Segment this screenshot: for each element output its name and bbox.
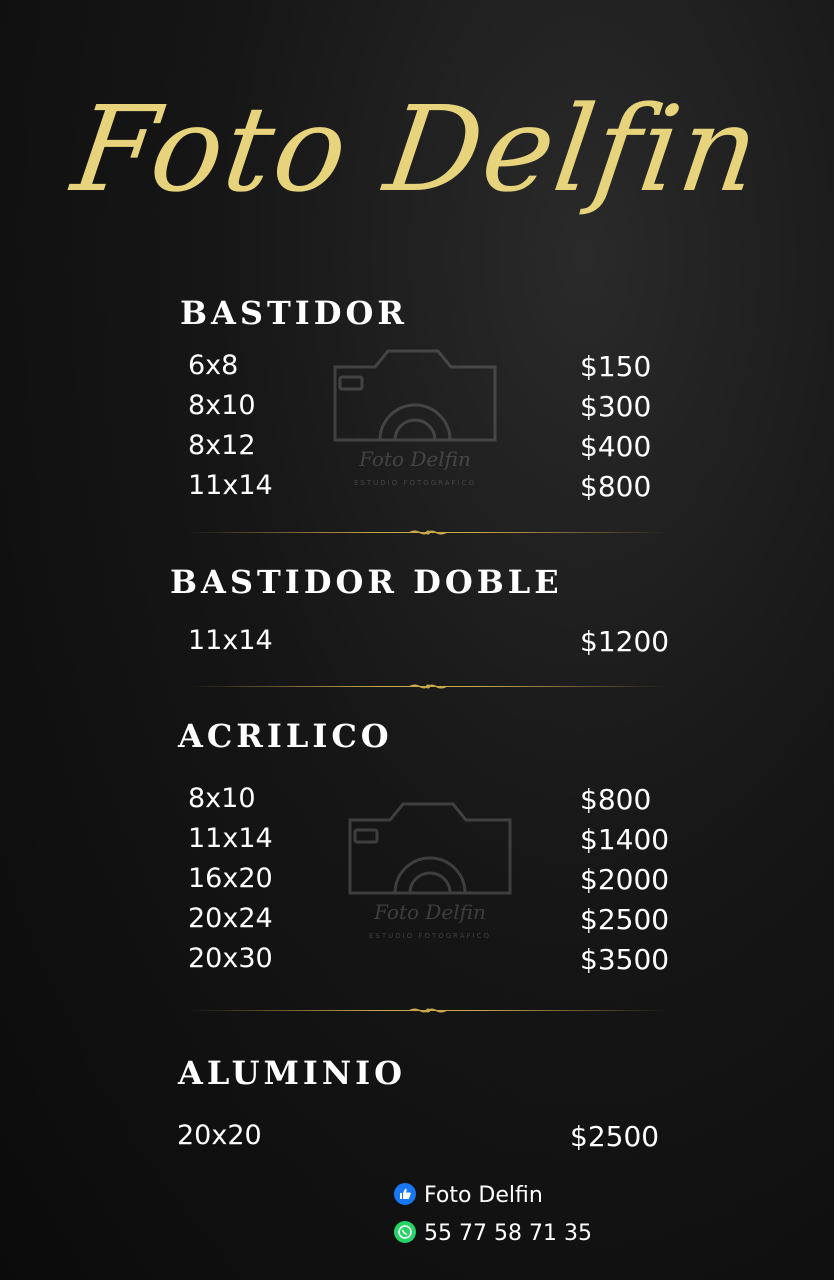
item-size: 8x10 (188, 783, 256, 814)
watermark-subtitle: ESTUDIO FOTOGRAFICO (368, 932, 492, 940)
whatsapp-contact[interactable]: 55 77 58 71 35 (394, 1221, 592, 1246)
facebook-like-icon (394, 1183, 416, 1205)
item-size: 20x30 (188, 943, 273, 974)
item-price: $2000 (580, 863, 670, 896)
section-title-bastidor: BASTIDOR (180, 294, 408, 332)
ornament-icon (410, 1008, 446, 1013)
facebook-contact[interactable]: Foto Delfin (394, 1183, 543, 1208)
watermark-name: Foto Delfin (359, 447, 471, 471)
ornament-divider (188, 528, 668, 538)
item-size: 11x14 (188, 823, 273, 854)
whatsapp-icon (394, 1221, 416, 1243)
ornament-divider (188, 682, 668, 692)
watermark-subtitle: ESTUDIO FOTOGRAFICO (353, 479, 477, 487)
item-size: 11x14 (188, 470, 273, 501)
item-price: $800 (580, 783, 652, 816)
camera-watermark: Foto Delfin ESTUDIO FOTOGRAFICO (345, 798, 515, 958)
item-price: $300 (580, 390, 652, 423)
item-price: $2500 (580, 903, 670, 936)
item-size: 8x12 (188, 430, 256, 461)
item-size: 20x24 (188, 903, 273, 934)
brand-name: Foto Delfin (65, 80, 769, 218)
item-size: 16x20 (188, 863, 273, 894)
item-price: $3500 (580, 943, 670, 976)
camera-watermark: Foto Delfin ESTUDIO FOTOGRAFICO (330, 345, 500, 505)
ornament-divider (188, 1006, 668, 1016)
item-size: 8x10 (188, 390, 256, 421)
facebook-label: Foto Delfin (424, 1183, 543, 1208)
brand-logo: Foto Delfin (0, 30, 834, 250)
item-size: 6x8 (188, 350, 239, 381)
camera-icon (348, 802, 512, 895)
item-size: 20x20 (177, 1120, 262, 1151)
ornament-icon (410, 684, 446, 689)
watermark-name: Foto Delfin (374, 900, 486, 924)
item-price: $1200 (580, 625, 670, 658)
whatsapp-number: 55 77 58 71 35 (424, 1221, 592, 1246)
item-price: $150 (580, 350, 652, 383)
item-size: 11x14 (188, 625, 273, 656)
section-title-bastidor-doble: BASTIDOR DOBLE (170, 563, 563, 601)
camera-icon (333, 349, 497, 442)
item-price: $2500 (570, 1120, 660, 1153)
item-price: $1400 (580, 823, 670, 856)
ornament-icon (410, 530, 446, 535)
section-title-aluminio: ALUMINIO (178, 1054, 406, 1092)
item-price: $800 (580, 470, 652, 503)
section-title-acrilico: ACRILICO (178, 717, 393, 755)
item-price: $400 (580, 430, 652, 463)
